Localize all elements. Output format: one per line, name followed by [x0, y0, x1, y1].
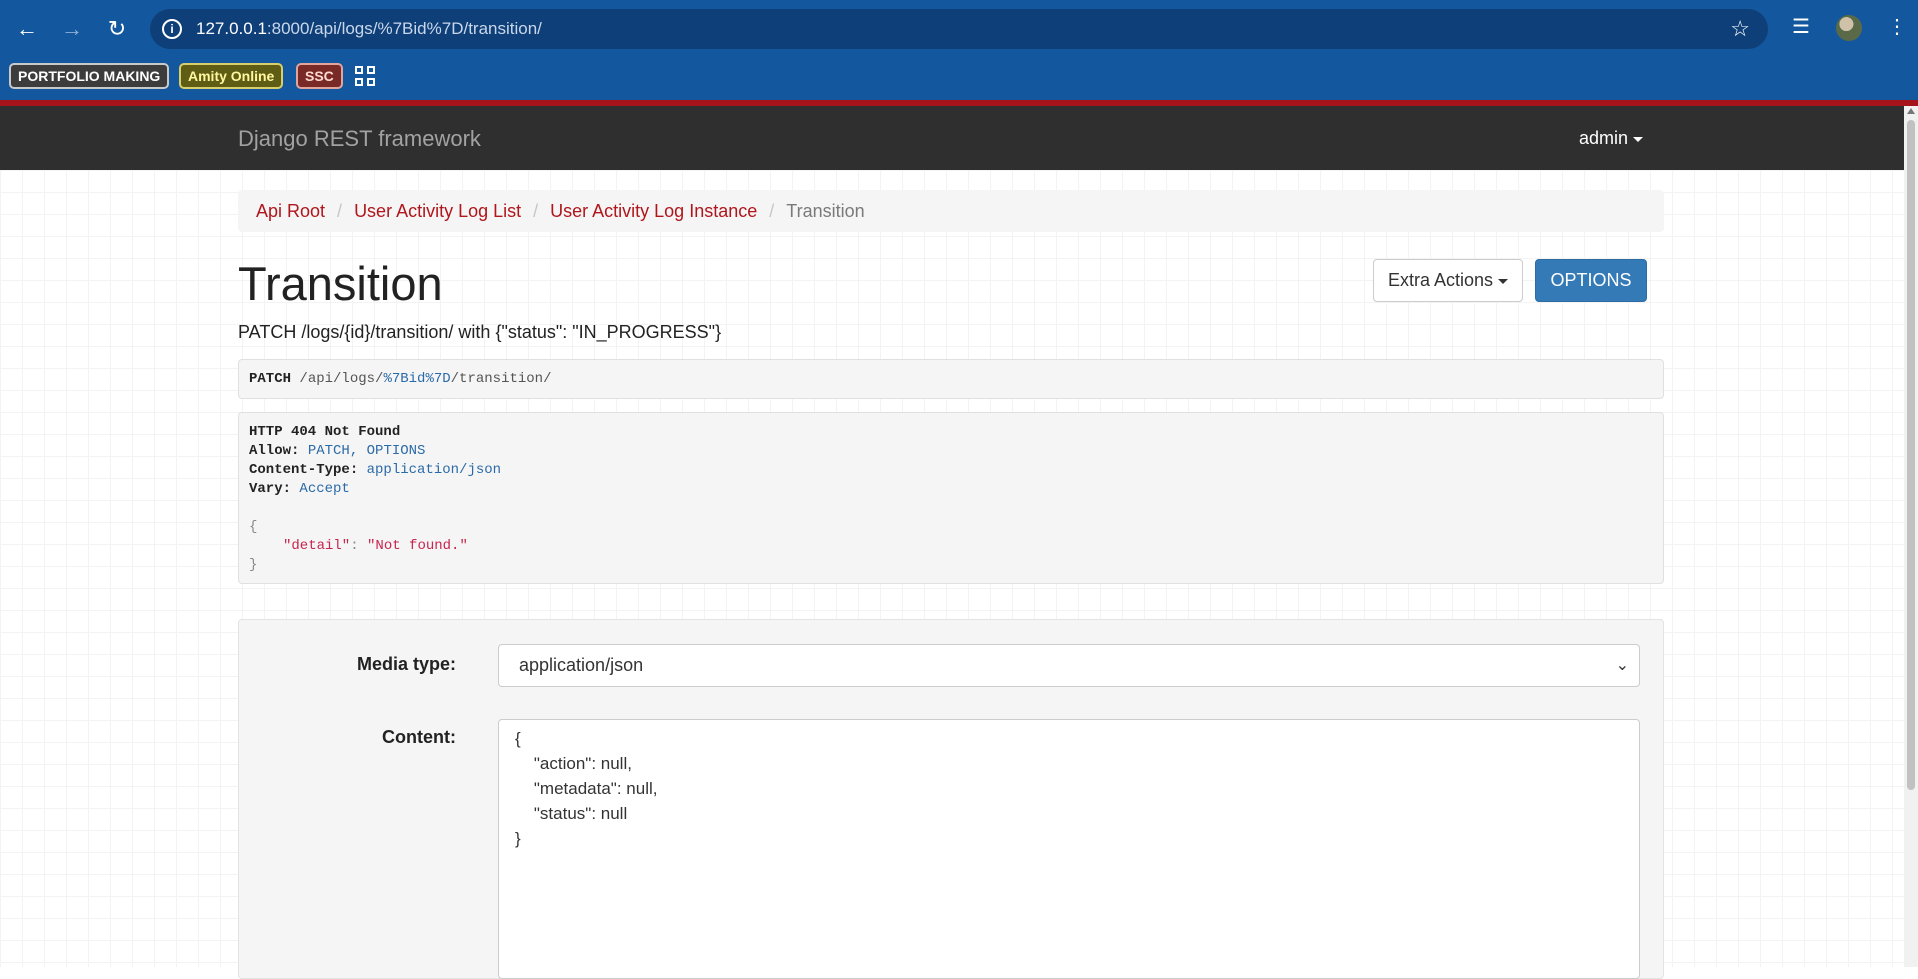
media-type-label: Media type: [356, 654, 456, 674]
json-close-brace: } [249, 557, 258, 573]
caret-down-icon [1633, 136, 1644, 142]
url-text[interactable]: 127.0.0.1:8000/api/logs/%7Bid%7D/transit… [196, 19, 542, 39]
endpoint-description: PATCH /logs/{id}/transition/ with {"stat… [238, 322, 722, 342]
json-detail-line: "detail": "Not found." [283, 538, 468, 554]
content-label: Content: [382, 727, 456, 747]
user-menu[interactable]: admin [1579, 128, 1644, 149]
request-path-b: /transition/ [450, 371, 552, 387]
navbar-brand[interactable]: Django REST framework [238, 126, 481, 152]
user-name: admin [1579, 128, 1629, 148]
json-open-brace: { [249, 519, 258, 535]
request-info: PATCH /api/logs/%7Bid%7D/transition/ [238, 359, 1664, 399]
breadcrumb-separator: / [337, 201, 343, 221]
page-content: Api Root / User Activity Log List / User Act… [0, 170, 1904, 979]
breadcrumb-separator: / [533, 201, 539, 221]
breadcrumb-log-instance[interactable]: User Activity Log Instance [550, 201, 757, 221]
scroll-up-icon[interactable] [1907, 108, 1915, 114]
request-method: PATCH [249, 371, 292, 387]
url-host: 127.0.0.1 [196, 19, 267, 38]
options-button[interactable]: OPTIONS [1535, 259, 1647, 302]
breadcrumb-current: Transition [786, 201, 865, 221]
breadcrumb-separator: / [769, 201, 775, 221]
address-bar[interactable]: i 127.0.0.1:8000/api/logs/%7Bid%7D/trans… [150, 9, 1768, 49]
browser-menu-icon[interactable]: ⋮ [1887, 14, 1907, 39]
back-icon[interactable]: ← [12, 14, 42, 44]
navbar: Django REST framework admin [0, 106, 1904, 170]
site-info-icon[interactable]: i [162, 19, 182, 39]
media-control-icon[interactable]: ☰ [1792, 14, 1810, 39]
media-type-value: application/json [519, 655, 644, 675]
response-info: HTTP 404 Not Found Allow: PATCH, OPTIONS… [238, 412, 1664, 584]
extra-actions-button[interactable]: Extra Actions [1373, 259, 1523, 302]
breadcrumb-api-root[interactable]: Api Root [256, 201, 325, 221]
url-path: :8000/api/logs/%7Bid%7D/transition/ [266, 19, 542, 38]
response-header-content-type: Content-Type: application/json [249, 462, 502, 478]
breadcrumb: Api Root / User Activity Log List / User Act… [238, 190, 1664, 232]
bookmark-portfolio-making[interactable]: PORTFOLIO MAKING [9, 63, 170, 89]
request-path-a: /api/logs/ [291, 371, 384, 387]
scrollbar-thumb[interactable] [1907, 120, 1915, 790]
media-type-select[interactable]: application/json ⌄ [498, 644, 1640, 687]
bookmarks-bar: PORTFOLIO MAKING Amity Online SSC [0, 58, 1918, 100]
response-header-allow: Allow: PATCH, OPTIONS [249, 443, 426, 459]
bookmark-amity-online[interactable]: Amity Online [179, 63, 284, 89]
response-status: HTTP 404 Not Found [249, 424, 401, 440]
page-title: Transition [238, 257, 443, 310]
profile-avatar[interactable] [1836, 15, 1862, 41]
request-path-encoded: %7Bid%7D [383, 371, 451, 387]
bookmark-ssc[interactable]: SSC [296, 63, 343, 89]
apps-grid-icon[interactable] [355, 66, 375, 86]
bookmark-star-icon[interactable]: ☆ [1730, 16, 1750, 42]
page-scrollbar[interactable] [1904, 106, 1918, 967]
chevron-down-icon: ⌄ [1615, 657, 1629, 674]
browser-toolbar: ← → ↻ i 127.0.0.1:8000/api/logs/%7Bid%7D… [0, 0, 1918, 58]
content-textarea[interactable]: { "action": null, "metadata": null, "sta… [498, 719, 1640, 979]
request-form: Media type: application/json ⌄ Content: {… [238, 619, 1664, 979]
reload-icon[interactable]: ↻ [102, 14, 132, 44]
extra-actions-label: Extra Actions [1387, 270, 1494, 290]
caret-down-icon [1498, 278, 1509, 284]
response-header-vary: Vary: Accept [249, 481, 350, 497]
forward-icon[interactable]: → [57, 14, 87, 44]
breadcrumb-log-list[interactable]: User Activity Log List [354, 201, 521, 221]
